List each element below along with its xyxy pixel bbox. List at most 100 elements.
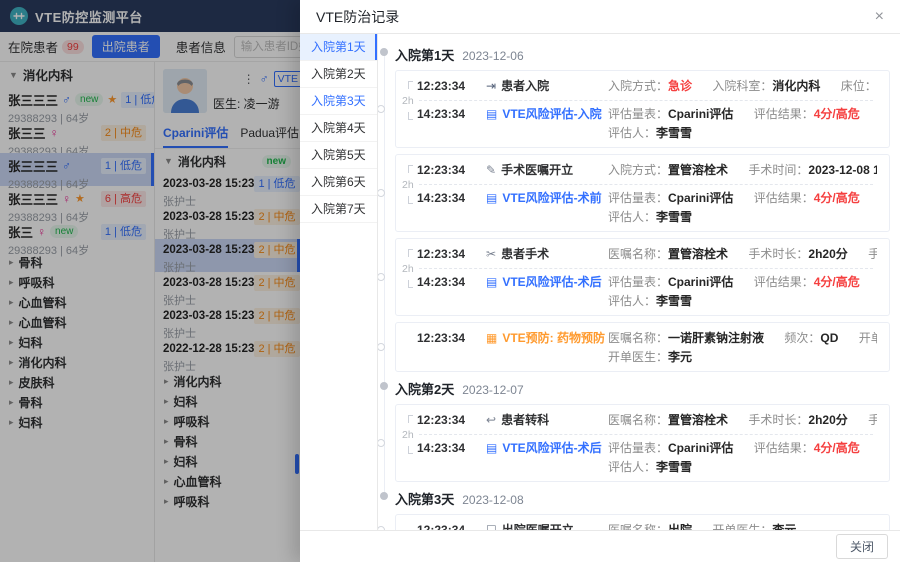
day-menu-item[interactable]: 入院第5天 [300, 142, 377, 169]
gap-dash-line [419, 184, 873, 185]
event-title[interactable]: VTE风险评估-入院 [502, 106, 601, 123]
detail-item: 开单平台：VTE监控防治平台 [859, 331, 877, 345]
detail-item: 评估人：李雪雪 [608, 210, 692, 224]
day-section: 入院第2天 2023-12-07 12:23:34 ↩ 患者转科 医嘱名称：置管… [378, 379, 892, 482]
timeline-event-row: 14:23:34 ▤ VTE风险评估-入院 评估量表：Cparini评估 评估结… [408, 106, 877, 142]
day-menu-item[interactable]: 入院第7天 [300, 196, 377, 223]
detail-item: 评估量表：Cparini评估 [608, 191, 733, 205]
time-gap: 2h [402, 264, 877, 273]
admission-day-menu: 入院第1天 入院第2天 入院第3天 入院第4天 入院第5天 入院第6天 入院第7… [300, 34, 378, 530]
day-section-header: 入院第2天 2023-12-07 [378, 379, 892, 398]
timeline-event-row: 14:23:34 ▤ VTE风险评估-术后 评估量表：Cparini评估 评估结… [408, 440, 877, 476]
detail-item: 手术医生：张—— [868, 247, 877, 261]
event-title[interactable]: VTE风险评估-术后 [502, 440, 601, 457]
day-date: 2023-12-08 [462, 493, 523, 507]
detail-item: 评估人：李雪雪 [608, 126, 692, 140]
detail-item: 医嘱名称：置管溶栓术 [608, 413, 728, 427]
admit-icon: ⇥ [486, 78, 496, 95]
detail-item: 手术时长：2h20分 [748, 413, 847, 427]
event-details: 医嘱名称：置管溶栓术 手术时长：2h20分 手术医生：张—— [608, 412, 877, 429]
timeline-event-row: 12:23:34 ✎ 手术医嘱开立 入院方式：置管溶栓术 手术时间：2023-1… [408, 162, 877, 179]
day-menu-item[interactable]: 入院第6天 [300, 169, 377, 196]
event-title: 手术医嘱开立 [501, 162, 573, 179]
treatment-timeline: 入院第1天 2023-12-06 12:23:34 ⇥ 患者入院 入院方式：急诊… [378, 34, 900, 530]
pill-doc-icon: ▦ [486, 330, 497, 347]
event-details: 医嘱名称：一诺肝素钠注射液 频次：QD 开单平台：VTE监控防治平台 开单医生：… [608, 330, 877, 366]
detail-item: 手术时间：2023-12-08 16:00:00 [748, 163, 877, 177]
detail-item: 评估结果：4分/高危 [754, 275, 860, 289]
close-icon[interactable]: × [875, 9, 884, 25]
timeline-event-row: 12:23:34 ⇥ 患者入院 入院方式：急诊 入院科室：消化内科 床位：103… [408, 78, 877, 95]
event-details: 医嘱名称：置管溶栓术 手术时长：2h20分 手术医生：张—— [608, 246, 877, 263]
detail-item: 入院方式：急诊 [608, 79, 692, 93]
drawer-body: 入院第1天 入院第2天 入院第3天 入院第4天 入院第5天 入院第6天 入院第7… [300, 34, 900, 530]
clipboard-icon: ☐ [486, 522, 497, 530]
event-time: 14:23:34 [408, 440, 486, 457]
day-title: 入院第3天 [395, 489, 454, 508]
timeline-card: 12:23:34 ⇥ 患者入院 入院方式：急诊 入院科室：消化内科 床位：103… [395, 70, 890, 148]
event-details: 评估量表：Cparini评估 评估结果：4分/高危 出血评估：无 评估人：李雪雪 [608, 274, 877, 310]
event-title[interactable]: VTE风险评估-术后 [502, 274, 601, 291]
detail-item: 手术医生：张—— [868, 413, 877, 427]
detail-item: 床位：103床 [841, 79, 877, 93]
event-title: 出院医嘱开立 [502, 522, 574, 530]
doc-icon: ▤ [486, 274, 497, 291]
day-menu-item[interactable]: 入院第4天 [300, 115, 377, 142]
day-section-header: 入院第1天 2023-12-06 [378, 45, 892, 64]
drawer-footer: 关闭 [300, 530, 900, 562]
timeline-card: 12:23:34 ↩ 患者转科 医嘱名称：置管溶栓术 手术时长：2h20分 手术… [395, 404, 890, 482]
event-time: 14:23:34 [408, 274, 486, 291]
detail-item: 频次：QD [784, 331, 838, 345]
time-gap: 2h [402, 180, 877, 189]
edit-icon: ✎ [486, 162, 496, 179]
day-menu-item[interactable]: 入院第3天 [300, 88, 377, 115]
event-title: 患者手术 [501, 246, 549, 263]
doc-icon: ▤ [486, 106, 497, 123]
day-title: 入院第1天 [395, 45, 454, 64]
event-title: 患者入院 [501, 78, 549, 95]
detail-item: 开单医生：李元 [608, 350, 692, 364]
event-time: 12:23:34 [408, 522, 486, 530]
gap-duration: 2h [402, 179, 414, 191]
detail-item: 入院科室：消化内科 [712, 79, 820, 93]
event-title: 患者转科 [501, 412, 549, 429]
time-gap: 2h [402, 430, 877, 439]
day-menu-item[interactable]: 入院第2天 [300, 61, 377, 88]
event-details: 入院方式：置管溶栓术 手术时间：2023-12-08 16:00:00 责任医生… [608, 162, 877, 179]
event-time: 12:23:34 [408, 162, 486, 179]
event-details: 评估量表：Cparini评估 评估结果：4分/高危 出血评估：无 评估人：李雪雪 [608, 440, 877, 476]
event-time: 14:23:34 [408, 106, 486, 123]
detail-item: 评估人：李雪雪 [608, 294, 692, 308]
detail-item: 评估人：李雪雪 [608, 460, 692, 474]
day-menu-item[interactable]: 入院第1天 [300, 34, 377, 61]
close-button[interactable]: 关闭 [836, 534, 888, 559]
event-details: 入院方式：急诊 入院科室：消化内科 床位：103床 责任医生：张—— [608, 78, 877, 95]
timeline-event-row: 14:23:34 ▤ VTE风险评估-术后 评估量表：Cparini评估 评估结… [408, 274, 877, 310]
day-title: 入院第2天 [395, 379, 454, 398]
gap-dash-line [419, 268, 873, 269]
event-title: VTE预防: 药物预防 [502, 330, 605, 347]
timeline-event-row: 12:23:34 ▦ VTE预防: 药物预防 医嘱名称：一诺肝素钠注射液 频次：… [408, 330, 877, 366]
event-details: 评估量表：Cparini评估 评估结果：4分/高危 出血评估：有出血风险 评估人… [608, 106, 877, 142]
day-date: 2023-12-07 [462, 383, 523, 397]
drawer-header: VTE防治记录 × [300, 0, 900, 34]
event-time: 12:23:34 [408, 246, 486, 263]
detail-item: 评估结果：4分/高危 [754, 441, 860, 455]
gap-duration: 2h [402, 429, 414, 441]
event-title[interactable]: VTE风险评估-术前 [502, 190, 601, 207]
event-details: 医嘱名称：出院 开单医生：李元 [608, 522, 877, 530]
doc-icon: ▤ [486, 440, 497, 457]
detail-item: 医嘱名称：置管溶栓术 [608, 247, 728, 261]
gap-dash-line [419, 434, 873, 435]
doc-icon: ▤ [486, 190, 497, 207]
page: VTE防控监测平台 首页 风险患者 在院患者 99 出院患者 患者信息 科 ▼ … [0, 0, 900, 562]
day-section: 入院第1天 2023-12-06 12:23:34 ⇥ 患者入院 入院方式：急诊… [378, 45, 892, 372]
detail-item: 评估量表：Cparini评估 [608, 441, 733, 455]
timeline-event-row: 12:23:34 ↩ 患者转科 医嘱名称：置管溶栓术 手术时长：2h20分 手术… [408, 412, 877, 429]
day-date: 2023-12-06 [462, 49, 523, 63]
gap-dash-line [419, 100, 873, 101]
event-details: 评估量表：Cparini评估 评估结果：4分/高危 出血评估：无 评估人：李雪雪 [608, 190, 877, 226]
detail-item: 医嘱名称：一诺肝素钠注射液 [608, 331, 764, 345]
timeline-event-row: 12:23:34 ☐ 出院医嘱开立 医嘱名称：出院 开单医生：李元 [408, 522, 877, 530]
detail-item: 医嘱名称：出院 [608, 523, 692, 530]
